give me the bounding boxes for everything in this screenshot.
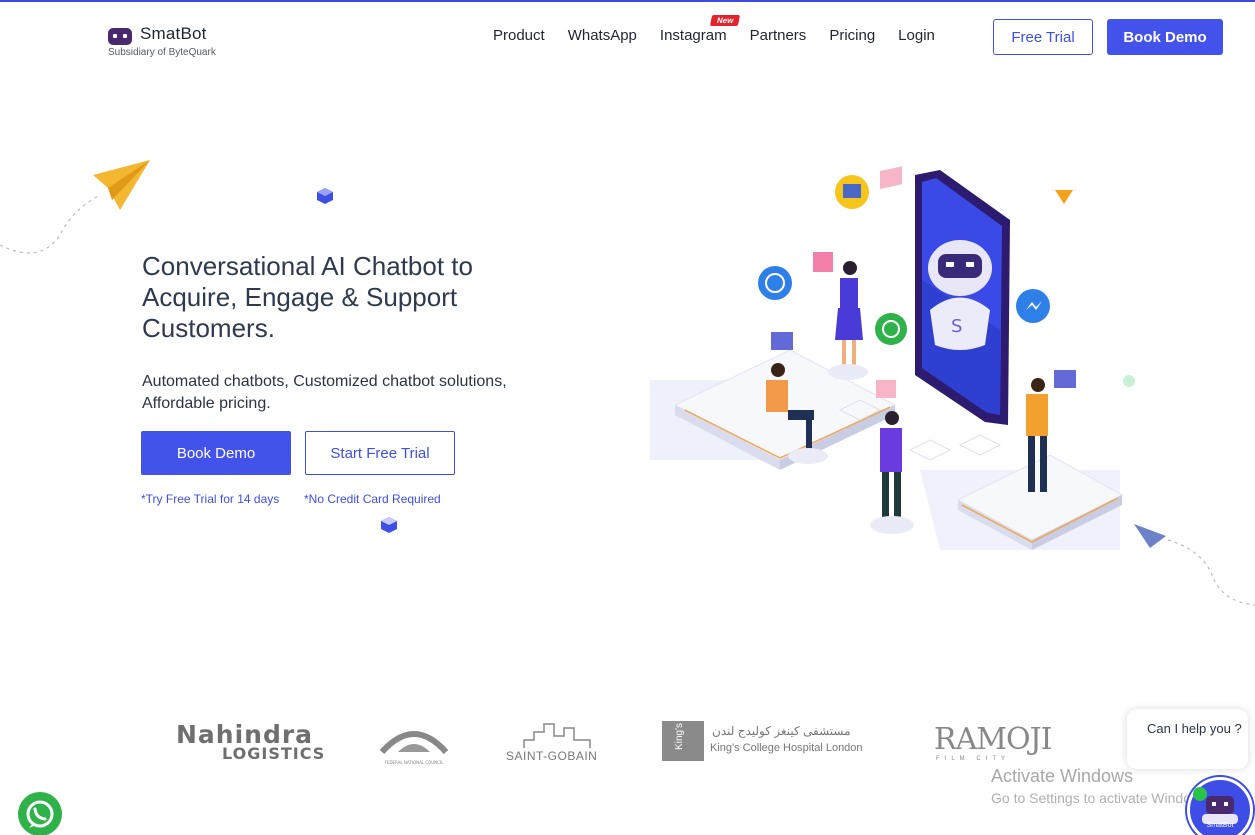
paper-plane-icon (1134, 524, 1255, 606)
new-badge: New (709, 15, 741, 26)
main-nav: Product WhatsApp Instagram New Partners P… (493, 15, 935, 44)
cube-icon (381, 517, 397, 533)
book-demo-header-button[interactable]: Book Demo (1107, 19, 1223, 55)
free-trial-button[interactable]: Free Trial (993, 19, 1093, 55)
nav-login[interactable]: Login (898, 27, 935, 44)
smatbot-logo-icon (108, 28, 132, 45)
nav-pricing[interactable]: Pricing (829, 27, 875, 44)
paper-plane-icon (0, 160, 150, 254)
kings-side-text: King's (674, 723, 685, 750)
top-accent-line (0, 0, 1255, 2)
standing-man-figure (870, 411, 914, 534)
ramoji-logo: RAMOJI (934, 722, 1052, 757)
whatsapp-button[interactable] (18, 792, 62, 835)
chatbot-label: SmatBot (1206, 822, 1234, 829)
kings-logo: King's College Hospital London (710, 742, 863, 754)
whatsapp-icon (26, 800, 54, 828)
fnc-text: FEDERAL NATIONAL COUNCIL (385, 760, 445, 765)
start-free-trial-button[interactable]: Start Free Trial (305, 431, 455, 475)
hi-text: Hi! (882, 232, 896, 243)
brand-name: SmatBot (140, 24, 207, 43)
chatbot-launcher-button[interactable]: SmatBot (1187, 777, 1253, 835)
brand-subtitle: Subsidiary of ByteQuark (108, 47, 216, 58)
nav-partners[interactable]: Partners (750, 27, 807, 44)
kings-logo-block: King's (662, 721, 704, 761)
nav-instagram-label: Instagram (659, 27, 727, 44)
nav-product[interactable]: Product (493, 27, 545, 44)
online-status-dot (1193, 787, 1207, 801)
activate-windows-title: Activate Windows (991, 766, 1134, 786)
trial-note: *Try Free Trial for 14 days (141, 492, 280, 506)
kings-arabic: مستشفى كينغز كوليدج لندن (712, 724, 851, 738)
chat-bubble[interactable]: Can I help you ? (1127, 709, 1248, 769)
nav-instagram[interactable]: Instagram New (659, 15, 741, 44)
hero-title: Conversational AI Chatbot to Acquire, En… (142, 251, 473, 343)
nav-whatsapp[interactable]: WhatsApp (568, 27, 637, 44)
hero-description: Automated chatbots, Customized chatbot s… (142, 373, 507, 412)
saint-gobain-logo: SAINT-GOBAIN (506, 749, 598, 763)
activate-windows-subtitle: Go to Settings to activate Windows. (991, 790, 1212, 806)
book-demo-button[interactable]: Book Demo (141, 431, 291, 475)
cube-icon (317, 188, 333, 204)
woman-figure (828, 261, 868, 380)
brand-logo[interactable]: SmatBot Subsidiary of ByteQuark (108, 24, 216, 58)
saint-gobain-skyline (523, 723, 591, 748)
no-card-note: *No Credit Card Required (304, 492, 441, 506)
svg-text:S: S (951, 316, 962, 337)
fnc-logo: FEDERAL NATIONAL COUNCIL (379, 731, 449, 765)
mahindra-logo-sub: LOGISTICS (222, 744, 326, 763)
ramoji-sub: FILM CITY (936, 756, 1011, 762)
